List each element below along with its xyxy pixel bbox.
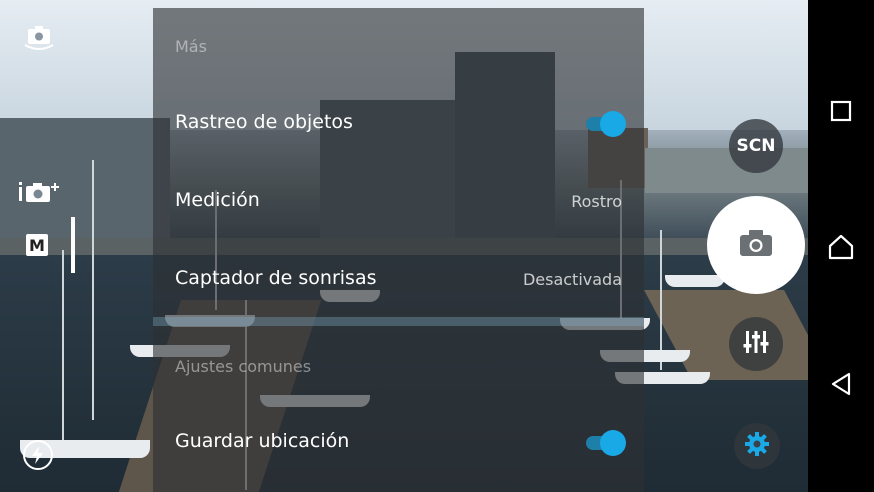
- setting-value: Desactivada: [522, 270, 622, 289]
- back-icon[interactable]: [825, 368, 857, 400]
- mode-label: M: [29, 235, 45, 255]
- object-tracking-toggle[interactable]: [582, 111, 626, 137]
- toggle-thumb: [600, 111, 626, 137]
- mast: [92, 160, 94, 420]
- scene-label: SCN: [736, 136, 776, 156]
- setting-row-smile-shutter[interactable]: Captador de sonrisas Desactivada: [153, 260, 644, 300]
- scene-selection-button[interactable]: SCN: [729, 119, 783, 173]
- boat: [665, 275, 725, 287]
- setting-value: Rostro: [571, 192, 622, 211]
- mast: [660, 230, 662, 370]
- gear-icon: [744, 431, 770, 461]
- switch-camera-icon[interactable]: [22, 24, 56, 52]
- setting-label: Medición: [175, 189, 260, 211]
- setting-row-metering[interactable]: Medición Rostro: [153, 182, 644, 222]
- toggle-thumb: [600, 430, 626, 456]
- shutter-button[interactable]: [707, 196, 805, 294]
- manual-settings-button[interactable]: [729, 317, 783, 371]
- save-location-toggle[interactable]: [582, 430, 626, 456]
- sliders-icon: [743, 329, 769, 359]
- setting-label: Rastreo de objetos: [175, 111, 353, 133]
- section-header-more: Más: [175, 37, 207, 56]
- section-header-common: Ajustes comunes: [175, 357, 312, 376]
- setting-row-object-tracking[interactable]: Rastreo de objetos: [153, 103, 644, 143]
- home-icon[interactable]: [825, 231, 857, 263]
- mast: [62, 250, 64, 440]
- building: [645, 148, 808, 193]
- manual-mode-icon[interactable]: M: [26, 234, 48, 256]
- scroll-divider: [153, 317, 644, 326]
- setting-label: Guardar ubicación: [175, 430, 350, 452]
- recents-icon[interactable]: [825, 95, 857, 127]
- flash-auto-icon[interactable]: [23, 440, 53, 470]
- settings-panel: Más Rastreo de objetos Medición Rostro C…: [153, 8, 644, 492]
- setting-row-save-location[interactable]: Guardar ubicación: [153, 422, 644, 462]
- mode-slider-indicator[interactable]: [71, 217, 75, 273]
- settings-button[interactable]: [734, 423, 780, 469]
- navigation-bar: [808, 0, 874, 492]
- add-camera-app-icon[interactable]: [17, 178, 63, 206]
- camera-icon: [738, 229, 774, 261]
- setting-label: Captador de sonrisas: [175, 267, 377, 289]
